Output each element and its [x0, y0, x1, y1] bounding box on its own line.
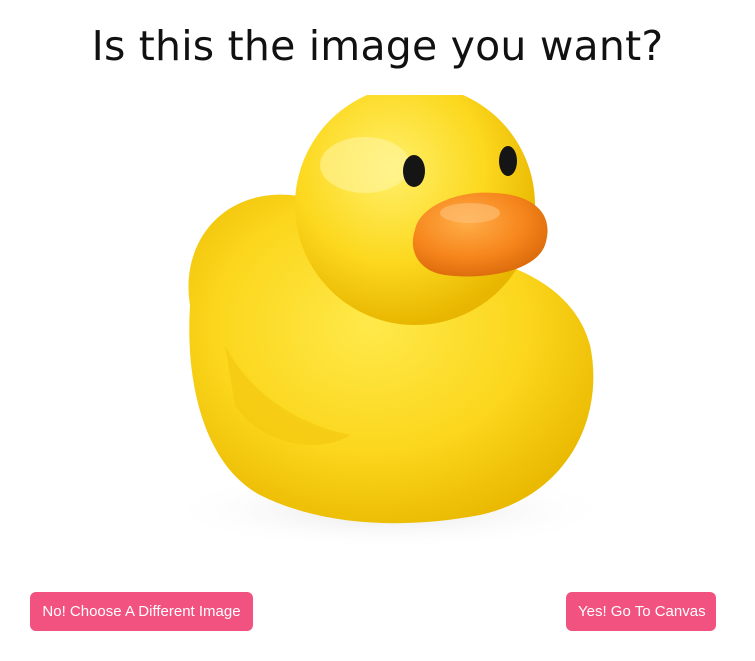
page-title: Is this the image you want? — [91, 22, 664, 70]
duck-eye-right — [499, 146, 517, 176]
choose-different-image-button[interactable]: No! Choose A Different Image — [30, 592, 253, 631]
duck-eye-left — [403, 155, 425, 187]
preview-image — [150, 95, 610, 555]
rubber-duck-illustration — [160, 95, 610, 550]
image-confirm-page: Is this the image you want? No! Choose A… — [0, 0, 755, 661]
go-to-canvas-button[interactable]: Yes! Go To Canvas — [566, 592, 716, 631]
